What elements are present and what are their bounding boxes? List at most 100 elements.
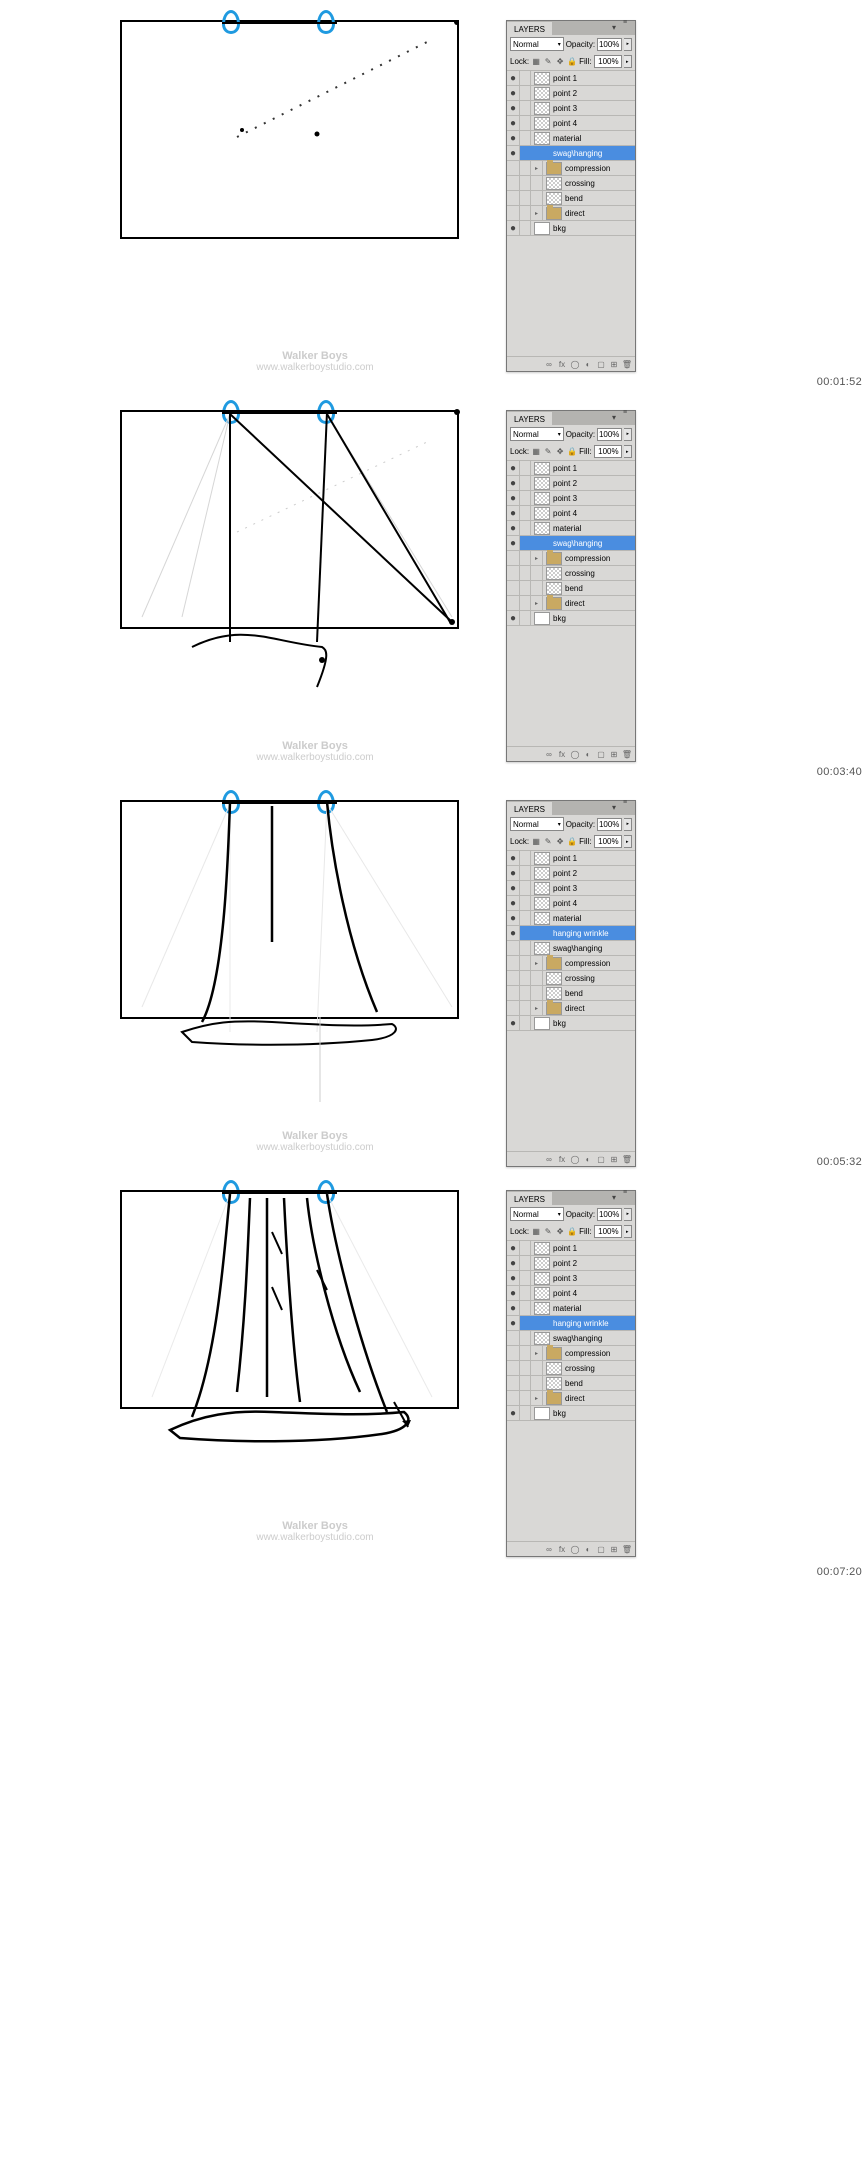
layer-thumbnail[interactable] bbox=[546, 987, 562, 1000]
lock-transparent-icon[interactable]: ▦ bbox=[531, 447, 541, 457]
new-layer-icon[interactable]: ⊞ bbox=[609, 359, 619, 369]
layer-row[interactable]: ●point 2 bbox=[507, 1255, 635, 1270]
layer-lock-col[interactable] bbox=[520, 851, 531, 865]
layer-name[interactable]: point 2 bbox=[553, 89, 577, 98]
visibility-toggle[interactable] bbox=[507, 1346, 520, 1360]
canvas-area[interactable] bbox=[0, 10, 485, 360]
drawing-canvas[interactable] bbox=[120, 800, 459, 1019]
lock-all-icon[interactable]: 🔒 bbox=[567, 57, 577, 67]
lock-move-icon[interactable]: ✥ bbox=[555, 57, 565, 67]
layer-thumbnail[interactable] bbox=[534, 507, 550, 520]
layer-mask-icon[interactable]: ◯ bbox=[570, 749, 580, 759]
layer-lock-col[interactable] bbox=[520, 1271, 531, 1285]
layer-name[interactable]: compression bbox=[565, 959, 610, 968]
layer-name[interactable]: material bbox=[553, 914, 581, 923]
layer-row[interactable]: ▸compression bbox=[507, 955, 635, 970]
layer-arrow[interactable] bbox=[531, 176, 543, 190]
layer-name[interactable]: bend bbox=[565, 1379, 583, 1388]
layer-thumbnail[interactable] bbox=[534, 927, 550, 940]
layer-arrow[interactable] bbox=[531, 566, 543, 580]
layer-thumbnail[interactable] bbox=[534, 912, 550, 925]
new-layer-icon[interactable]: ⊞ bbox=[609, 1154, 619, 1164]
drawing-canvas[interactable] bbox=[120, 410, 459, 629]
layer-row[interactable]: crossing bbox=[507, 970, 635, 985]
canvas-area[interactable] bbox=[0, 1180, 485, 1530]
lock-transparent-icon[interactable]: ▦ bbox=[531, 57, 541, 67]
lock-move-icon[interactable]: ✥ bbox=[555, 1227, 565, 1237]
layer-thumbnail[interactable] bbox=[546, 192, 562, 205]
layer-lock-col[interactable] bbox=[520, 896, 531, 910]
layer-lock-col[interactable] bbox=[520, 1316, 531, 1330]
layer-row[interactable]: ●bkg bbox=[507, 1405, 635, 1420]
layer-name[interactable]: crossing bbox=[565, 974, 595, 983]
layer-thumbnail[interactable] bbox=[534, 852, 550, 865]
layer-row[interactable]: swag\hanging bbox=[507, 940, 635, 955]
visibility-toggle[interactable] bbox=[507, 941, 520, 955]
new-layer-icon[interactable]: ⊞ bbox=[609, 749, 619, 759]
new-group-icon[interactable]: ▢ bbox=[596, 1154, 606, 1164]
visibility-toggle[interactable]: ● bbox=[507, 881, 520, 895]
layer-row[interactable]: ▸direct bbox=[507, 595, 635, 610]
layer-lock-col[interactable] bbox=[520, 521, 531, 535]
layer-row[interactable]: ●point 4 bbox=[507, 115, 635, 130]
layer-lock-col[interactable] bbox=[520, 926, 531, 940]
layer-lock-col[interactable] bbox=[520, 71, 531, 85]
layer-row[interactable]: bend bbox=[507, 580, 635, 595]
layer-thumbnail[interactable] bbox=[534, 612, 550, 625]
layer-thumbnail[interactable] bbox=[534, 1017, 550, 1030]
layer-lock-col[interactable] bbox=[520, 971, 531, 985]
fill-dropdown-icon[interactable]: ▸ bbox=[624, 835, 632, 848]
blend-mode-select[interactable]: Normal bbox=[510, 427, 564, 441]
visibility-toggle[interactable] bbox=[507, 566, 520, 580]
delete-layer-icon[interactable]: 🗑 bbox=[622, 749, 632, 759]
layer-thumbnail[interactable] bbox=[534, 1317, 550, 1330]
panel-collapse-icon[interactable]: ▾ bbox=[609, 22, 619, 32]
opacity-dropdown-icon[interactable]: ▸ bbox=[624, 818, 632, 831]
opacity-field[interactable]: 100% bbox=[597, 1208, 622, 1221]
layer-row[interactable]: ●point 4 bbox=[507, 505, 635, 520]
panel-menu-icon[interactable]: ≡ bbox=[623, 22, 633, 32]
fill-field[interactable]: 100% bbox=[594, 445, 622, 458]
panel-collapse-icon[interactable]: ▾ bbox=[609, 412, 619, 422]
visibility-toggle[interactable] bbox=[507, 161, 520, 175]
layer-name[interactable]: point 4 bbox=[553, 899, 577, 908]
lock-transparent-icon[interactable]: ▦ bbox=[531, 1227, 541, 1237]
layer-thumbnail[interactable] bbox=[534, 147, 550, 160]
visibility-toggle[interactable]: ● bbox=[507, 476, 520, 490]
layer-lock-col[interactable] bbox=[520, 581, 531, 595]
layer-lock-col[interactable] bbox=[520, 596, 531, 610]
layer-row[interactable]: ●bkg bbox=[507, 610, 635, 625]
layer-name[interactable]: point 4 bbox=[553, 119, 577, 128]
visibility-toggle[interactable]: ● bbox=[507, 911, 520, 925]
layer-style-icon[interactable]: fx bbox=[557, 359, 567, 369]
layer-lock-col[interactable] bbox=[520, 1286, 531, 1300]
layer-lock-col[interactable] bbox=[520, 506, 531, 520]
layer-lock-col[interactable] bbox=[520, 206, 531, 220]
fill-dropdown-icon[interactable]: ▸ bbox=[624, 1225, 632, 1238]
layer-name[interactable]: material bbox=[553, 134, 581, 143]
layer-row[interactable]: ● material bbox=[507, 910, 635, 925]
lock-move-icon[interactable]: ✥ bbox=[555, 447, 565, 457]
link-layers-icon[interactable]: ∞ bbox=[544, 1544, 554, 1554]
link-layers-icon[interactable]: ∞ bbox=[544, 1154, 554, 1164]
layer-name[interactable]: bkg bbox=[553, 614, 566, 623]
layer-row[interactable]: ●swag\hanging bbox=[507, 535, 635, 550]
visibility-toggle[interactable] bbox=[507, 1001, 520, 1015]
layer-thumbnail[interactable] bbox=[534, 117, 550, 130]
layer-row[interactable]: ●point 4 bbox=[507, 1285, 635, 1300]
layer-row[interactable]: ●swag\hanging bbox=[507, 145, 635, 160]
adjustment-layer-icon[interactable]: ◐ bbox=[583, 1544, 593, 1554]
opacity-field[interactable]: 100% bbox=[597, 428, 622, 441]
panel-menu-icon[interactable]: ≡ bbox=[623, 1192, 633, 1202]
blend-mode-select[interactable]: Normal bbox=[510, 37, 564, 51]
layer-lock-col[interactable] bbox=[520, 116, 531, 130]
layer-name[interactable]: compression bbox=[565, 554, 610, 563]
layer-thumbnail[interactable] bbox=[534, 897, 550, 910]
layer-name[interactable]: point 3 bbox=[553, 884, 577, 893]
lock-all-icon[interactable]: 🔒 bbox=[567, 837, 577, 847]
layer-lock-col[interactable] bbox=[520, 566, 531, 580]
layer-thumbnail[interactable] bbox=[546, 1377, 562, 1390]
visibility-toggle[interactable] bbox=[507, 581, 520, 595]
new-layer-icon[interactable]: ⊞ bbox=[609, 1544, 619, 1554]
layer-thumbnail[interactable] bbox=[546, 1362, 562, 1375]
